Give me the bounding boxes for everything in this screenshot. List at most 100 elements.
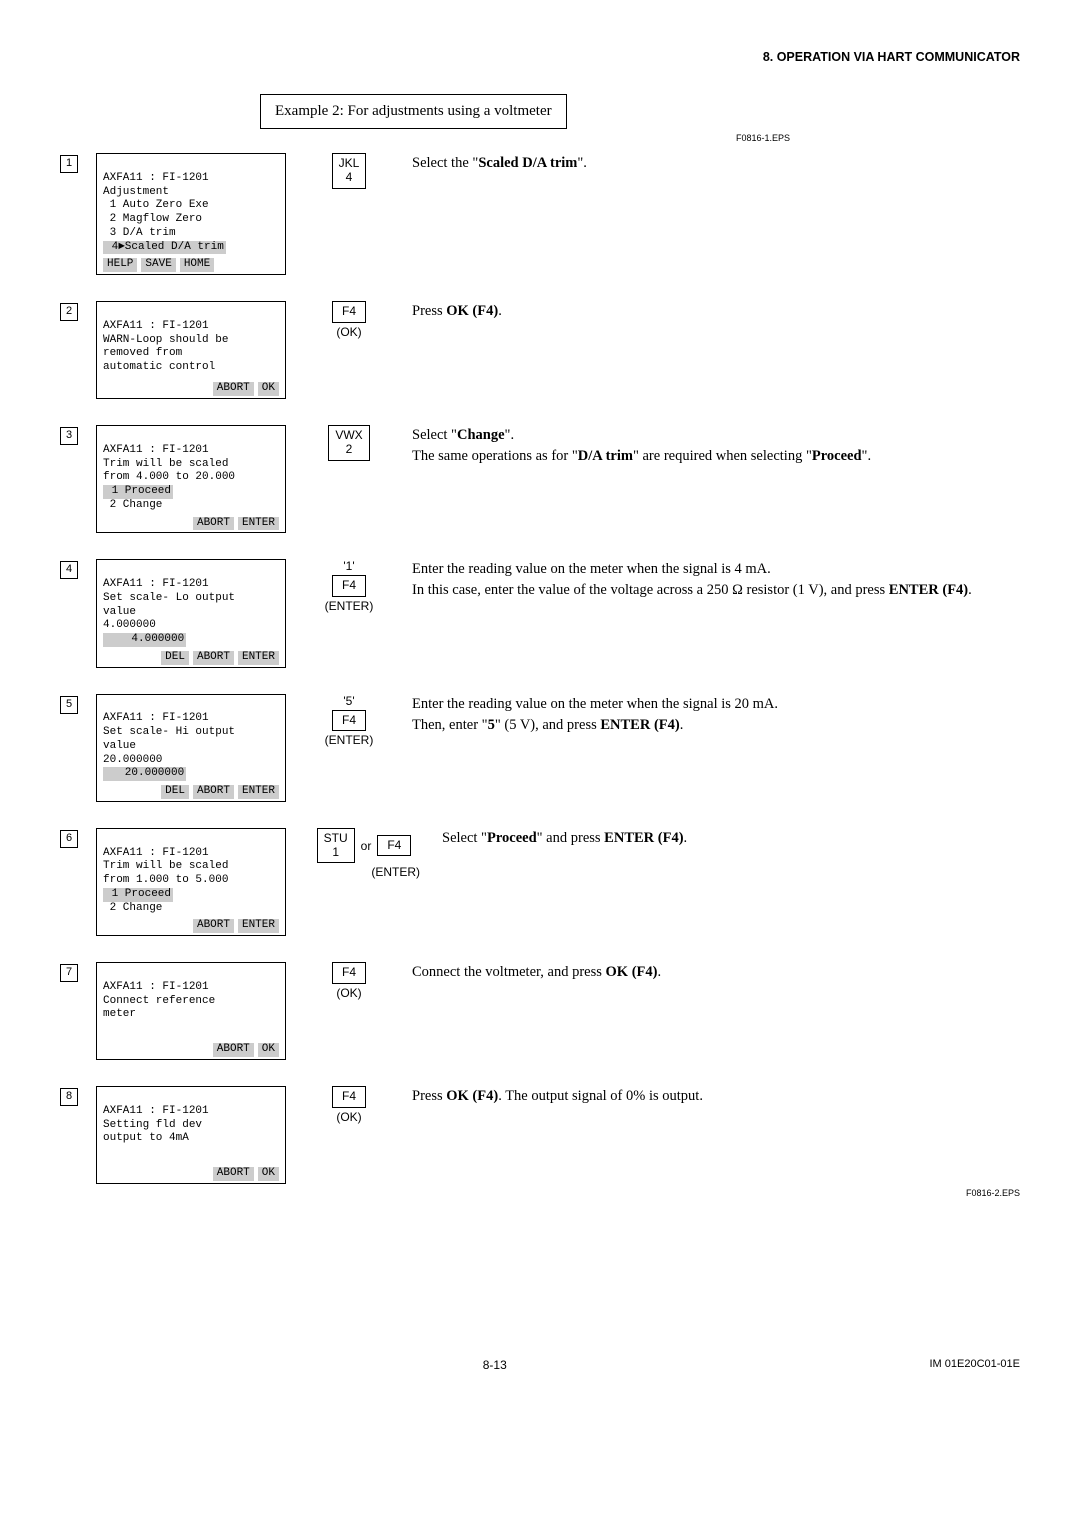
softkey-home[interactable]: HOME [180, 258, 214, 272]
softkey-abort[interactable]: ABORT [193, 785, 234, 799]
step-3: 3 AXFA11 : FI-1201 Trim will be scaled f… [60, 425, 1020, 533]
lcd-highlight: 20.000000 [103, 767, 186, 781]
lcd-screen: AXFA11 : FI-1201 Trim will be scaled fro… [96, 425, 286, 533]
key-pretop: '5' [343, 694, 354, 708]
page-number: 8-13 [60, 1358, 930, 1372]
lcd-title: AXFA11 : FI-1201 [103, 1105, 209, 1117]
lcd-line: automatic control [103, 361, 215, 373]
keypad-key[interactable]: F4 [332, 710, 366, 732]
step-description: Press OK (F4). [412, 301, 1020, 322]
key-top: STU [324, 831, 348, 845]
softkey-del[interactable]: DEL [161, 651, 189, 665]
lcd-screen: AXFA11 : FI-1201 Set scale- Hi output va… [96, 694, 286, 802]
keypad-key[interactable]: JKL 4 [332, 153, 367, 189]
lcd-line: value [103, 606, 136, 618]
key-column: F4 (OK) [304, 1086, 394, 1124]
softkey-row: HELP SAVE HOME [103, 258, 279, 272]
lcd-line: Adjustment [103, 186, 169, 198]
lcd-title: AXFA11 : FI-1201 [103, 981, 209, 993]
lcd-line: Setting fld dev [103, 1119, 202, 1131]
lcd-screen: AXFA11 : FI-1201 Trim will be scaled fro… [96, 828, 286, 936]
key-column: JKL 4 [304, 153, 394, 189]
step-1: 1 AXFA11 : FI-1201 Adjustment 1 Auto Zer… [60, 153, 1020, 275]
softkey-row: ABORT OK [103, 382, 279, 396]
step-number: 7 [60, 964, 78, 982]
step-5: 5 AXFA11 : FI-1201 Set scale- Hi output … [60, 694, 1020, 802]
example-title-box: Example 2: For adjustments using a voltm… [260, 94, 567, 129]
softkey-ok[interactable]: OK [258, 1167, 279, 1181]
softkey-abort[interactable]: ABORT [213, 1043, 254, 1057]
lcd-highlight: 4►Scaled D/A trim [103, 241, 226, 255]
softkey-row: ABORT ENTER [103, 919, 279, 933]
key-sublabel: (ENTER) [325, 733, 374, 747]
eps-label-top: F0816-1.EPS [60, 133, 790, 143]
lcd-line: 1 Auto Zero Exe [103, 199, 209, 211]
softkey-abort[interactable]: ABORT [213, 382, 254, 396]
keypad-key[interactable]: F4 [332, 301, 366, 323]
key-column: F4 (OK) [304, 301, 394, 339]
lcd-line: 2 Change [103, 499, 162, 511]
step-number: 2 [60, 303, 78, 321]
step-2: 2 AXFA11 : FI-1201 WARN-Loop should be r… [60, 301, 1020, 399]
step-description: Select the "Scaled D/A trim". [412, 153, 1020, 174]
lcd-line: meter [103, 1008, 136, 1020]
softkey-enter[interactable]: ENTER [238, 919, 279, 933]
lcd-line: 20.000000 [103, 754, 162, 766]
keypad-key[interactable]: VWX 2 [328, 425, 369, 461]
key-column: '1' F4 (ENTER) [304, 559, 394, 613]
softkey-enter[interactable]: ENTER [238, 651, 279, 665]
softkey-help[interactable]: HELP [103, 258, 137, 272]
or-label: or [361, 839, 372, 853]
keypad-key[interactable]: STU 1 [317, 828, 355, 864]
lcd-line: 2 Magflow Zero [103, 213, 202, 225]
lcd-title: AXFA11 : FI-1201 [103, 444, 209, 456]
lcd-screen: AXFA11 : FI-1201 Adjustment 1 Auto Zero … [96, 153, 286, 275]
lcd-line: Connect reference [103, 995, 215, 1007]
softkey-save[interactable]: SAVE [141, 258, 175, 272]
softkey-del[interactable]: DEL [161, 785, 189, 799]
lcd-line: Trim will be scaled [103, 458, 228, 470]
key-bot: 1 [332, 845, 339, 859]
softkey-row: DEL ABORT ENTER [103, 651, 279, 665]
step-number: 8 [60, 1088, 78, 1106]
key-column: F4 (OK) [304, 962, 394, 1000]
softkey-abort[interactable]: ABORT [193, 919, 234, 933]
step-4: 4 AXFA11 : FI-1201 Set scale- Lo output … [60, 559, 1020, 667]
softkey-ok[interactable]: OK [258, 382, 279, 396]
softkey-abort[interactable]: ABORT [213, 1167, 254, 1181]
key-sublabel: (ENTER) [325, 599, 374, 613]
keypad-key[interactable]: F4 [332, 962, 366, 984]
lcd-line: 2 Change [103, 902, 162, 914]
softkey-abort[interactable]: ABORT [193, 517, 234, 531]
keypad-key[interactable]: F4 [332, 575, 366, 597]
lcd-screen: AXFA11 : FI-1201 Setting fld dev output … [96, 1086, 286, 1184]
lcd-title: AXFA11 : FI-1201 [103, 578, 209, 590]
steps-container: 1 AXFA11 : FI-1201 Adjustment 1 Auto Zer… [60, 153, 1020, 1184]
step-description: Enter the reading value on the meter whe… [412, 694, 1020, 736]
lcd-highlight: 1 Proceed [103, 888, 173, 902]
step-description: Select "Change". The same operations as … [412, 425, 1020, 467]
softkey-enter[interactable]: ENTER [238, 785, 279, 799]
step-description: Select "Proceed" and press ENTER (F4). [442, 828, 1020, 849]
step-number: 1 [60, 155, 78, 173]
lcd-highlight: 4.000000 [103, 633, 186, 647]
lcd-screen: AXFA11 : FI-1201 Connect reference meter… [96, 962, 286, 1060]
softkey-abort[interactable]: ABORT [193, 651, 234, 665]
lcd-line: Set scale- Hi output [103, 726, 235, 738]
step-number: 4 [60, 561, 78, 579]
step-description: Connect the voltmeter, and press OK (F4)… [412, 962, 1020, 983]
key-sublabel: (OK) [336, 986, 361, 1000]
lcd-line: Trim will be scaled [103, 860, 228, 872]
softkey-ok[interactable]: OK [258, 1043, 279, 1057]
step-7: 7 AXFA11 : FI-1201 Connect reference met… [60, 962, 1020, 1060]
softkey-row: ABORT ENTER [103, 517, 279, 531]
key-column: '5' F4 (ENTER) [304, 694, 394, 748]
keypad-key[interactable]: F4 [377, 835, 411, 857]
lcd-line: output to 4mA [103, 1132, 189, 1144]
softkey-enter[interactable]: ENTER [238, 517, 279, 531]
keypad-key[interactable]: F4 [332, 1086, 366, 1108]
step-8: 8 AXFA11 : FI-1201 Setting fld dev outpu… [60, 1086, 1020, 1184]
step-number: 5 [60, 696, 78, 714]
lcd-line: from 1.000 to 5.000 [103, 874, 228, 886]
key-column: VWX 2 [304, 425, 394, 461]
